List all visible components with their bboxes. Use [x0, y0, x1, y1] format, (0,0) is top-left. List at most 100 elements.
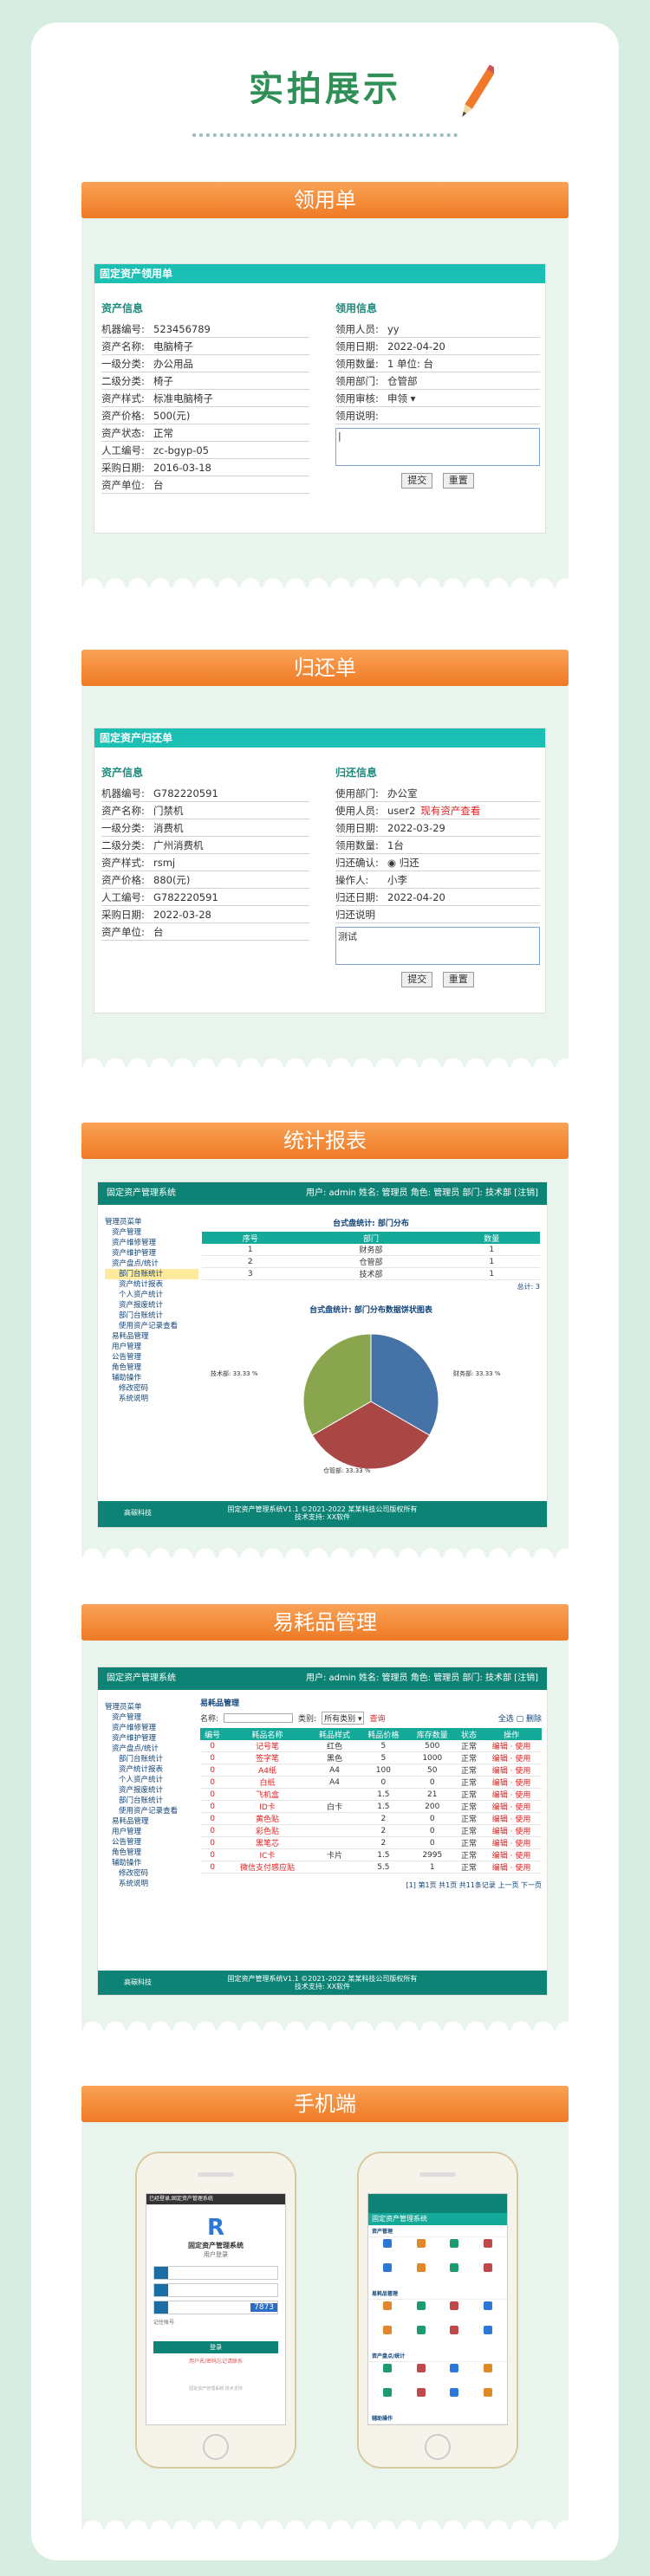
field-value[interactable]: 1 单位: 台	[387, 355, 433, 372]
sidebar-item[interactable]: 资产管理	[105, 1227, 198, 1238]
sidebar-item[interactable]: 个人资产统计	[105, 1775, 198, 1785]
return-note-input[interactable]: 测试	[335, 927, 540, 965]
menu-icon[interactable]	[406, 2326, 438, 2348]
select-all-delete[interactable]: 全选 ▢ 删除	[498, 1712, 542, 1724]
menu-icon[interactable]	[472, 2388, 504, 2411]
sidebar-item[interactable]: 公告管理	[105, 1352, 198, 1362]
row-actions[interactable]: 编辑 · 使用	[481, 1740, 542, 1752]
sidebar-item[interactable]: 系统说明	[105, 1394, 198, 1404]
sidebar-item[interactable]: 修改密码	[105, 1383, 198, 1394]
menu-icon[interactable]	[406, 2388, 438, 2411]
sidebar-item[interactable]: 使用资产记录查看	[105, 1321, 198, 1331]
menu-icon[interactable]	[472, 2239, 504, 2262]
menu-icon[interactable]	[472, 2263, 504, 2286]
field-value[interactable]: 小李	[387, 871, 407, 888]
menu-icon[interactable]	[406, 2263, 438, 2286]
search-button[interactable]: 查询	[369, 1712, 385, 1724]
sidebar-item[interactable]: 辅助操作	[105, 1373, 198, 1383]
table-header: 耗品名称	[224, 1728, 310, 1740]
field-value[interactable]: 仓管部	[387, 372, 418, 389]
menu-icon[interactable]	[439, 2301, 471, 2324]
field-value[interactable]: 2022-04-20	[387, 889, 445, 905]
sidebar-item[interactable]: 角色管理	[105, 1848, 198, 1858]
menu-icon[interactable]	[406, 2364, 438, 2386]
field-value[interactable]: 办公室	[387, 785, 418, 801]
submit-button[interactable]: 提交	[401, 473, 433, 489]
sidebar-item[interactable]: 资产维护管理	[105, 1248, 198, 1259]
sidebar-item[interactable]: 资产盘点/统计	[105, 1259, 198, 1269]
sidebar-item[interactable]: 部门台账统计	[105, 1796, 198, 1806]
field-value[interactable]: 申领 ▾	[387, 390, 415, 406]
sidebar-item[interactable]: 个人资产统计	[105, 1290, 198, 1300]
sidebar-item[interactable]: 用户管理	[105, 1342, 198, 1352]
menu-icon[interactable]	[406, 2301, 438, 2324]
submit-button[interactable]: 提交	[401, 972, 433, 987]
field-value[interactable]: 2022-04-20	[387, 338, 445, 354]
menu-icon[interactable]	[406, 2239, 438, 2262]
sidebar-item[interactable]: 资产盘点/统计	[105, 1744, 198, 1754]
sidebar-item[interactable]: 资产统计报表	[105, 1764, 198, 1775]
sidebar-item[interactable]: 部门台账统计	[105, 1754, 198, 1764]
sidebar-item[interactable]: 易耗品管理	[105, 1816, 198, 1827]
row-actions[interactable]: 编辑 · 使用	[481, 1751, 542, 1764]
menu-icon[interactable]	[439, 2388, 471, 2411]
menu-icon[interactable]	[439, 2239, 471, 2262]
sidebar-item[interactable]: 用户管理	[105, 1827, 198, 1837]
sidebar-item[interactable]: 公告管理	[105, 1837, 198, 1848]
remember-checkbox[interactable]: 记住账号	[153, 2318, 278, 2326]
row-actions[interactable]: 编辑 · 使用	[481, 1848, 542, 1861]
reset-button[interactable]: 重置	[442, 473, 474, 489]
forgot-link[interactable]: 用户名/密码忘记请联系	[153, 2357, 278, 2365]
field-value[interactable]: yy	[387, 320, 400, 337]
menu-icon[interactable]	[472, 2364, 504, 2386]
field-value[interactable]: ◉ 归还	[387, 854, 419, 871]
captcha-image[interactable]: 7873	[250, 2303, 277, 2312]
menu-icon[interactable]	[372, 2388, 404, 2411]
menu-icon[interactable]	[372, 2326, 404, 2348]
sidebar-item[interactable]: 使用资产记录查看	[105, 1806, 198, 1816]
sidebar-item[interactable]: 修改密码	[105, 1868, 198, 1879]
requisition-note-input[interactable]: |	[335, 428, 540, 466]
reset-button[interactable]: 重置	[442, 972, 474, 987]
sidebar-item[interactable]: 易耗品管理	[105, 1331, 198, 1342]
field-value[interactable]: user2	[387, 802, 415, 819]
menu-icon[interactable]	[372, 2263, 404, 2286]
menu-icon[interactable]	[472, 2301, 504, 2324]
login-button[interactable]: 登录	[153, 2341, 278, 2353]
sidebar-item[interactable]: 资产报废统计	[105, 1785, 198, 1796]
sidebar-item[interactable]: 资产维修管理	[105, 1723, 198, 1733]
row-actions[interactable]: 编辑 · 使用	[481, 1824, 542, 1837]
sidebar-item[interactable]: 资产报废统计	[105, 1300, 198, 1311]
asset-view-link[interactable]: 现有资产查看	[420, 802, 480, 819]
menu-icon[interactable]	[472, 2326, 504, 2348]
menu-icon[interactable]	[439, 2326, 471, 2348]
sidebar-item[interactable]: 部门台账统计	[105, 1311, 198, 1321]
search-input[interactable]	[224, 1713, 294, 1723]
sidebar-item[interactable]: 部门台账统计	[105, 1269, 198, 1279]
menu-icon[interactable]	[372, 2301, 404, 2324]
menu-icon[interactable]	[439, 2263, 471, 2286]
row-actions[interactable]: 编辑 · 使用	[481, 1800, 542, 1813]
sidebar-item[interactable]: 辅助操作	[105, 1858, 198, 1868]
menu-icon[interactable]	[372, 2239, 404, 2262]
sidebar-item[interactable]: 资产管理	[105, 1712, 198, 1723]
sidebar-item[interactable]: 系统说明	[105, 1879, 198, 1889]
menu-icon[interactable]	[439, 2364, 471, 2386]
user-info[interactable]: 用户: admin 姓名: 管理员 角色: 管理员 部门: 技术部 [注销]	[306, 1182, 538, 1205]
row-actions[interactable]: 编辑 · 使用	[481, 1836, 542, 1849]
category-select[interactable]: 所有类别 ▾	[322, 1712, 365, 1725]
field-value[interactable]: 1台	[387, 837, 404, 853]
sidebar-item[interactable]: 资产统计报表	[105, 1279, 198, 1290]
menu-icon[interactable]	[372, 2364, 404, 2386]
row-actions[interactable]: 编辑 · 使用	[481, 1861, 542, 1874]
field-value[interactable]: 2022-03-29	[387, 819, 445, 836]
row-actions[interactable]: 编辑 · 使用	[481, 1764, 542, 1777]
row-actions[interactable]: 编辑 · 使用	[481, 1788, 542, 1801]
sidebar-item[interactable]: 角色管理	[105, 1362, 198, 1373]
sidebar-item[interactable]: 资产维护管理	[105, 1733, 198, 1744]
pagination[interactable]: [1] 第1页 共1页 共11条记录 上一页 下一页	[200, 1880, 542, 1890]
row-actions[interactable]: 编辑 · 使用	[481, 1776, 542, 1789]
row-actions[interactable]: 编辑 · 使用	[481, 1812, 542, 1825]
user-info[interactable]: 用户: admin 姓名: 管理员 角色: 管理员 部门: 技术部 [注销]	[306, 1667, 538, 1690]
sidebar-item[interactable]: 资产维修管理	[105, 1238, 198, 1248]
